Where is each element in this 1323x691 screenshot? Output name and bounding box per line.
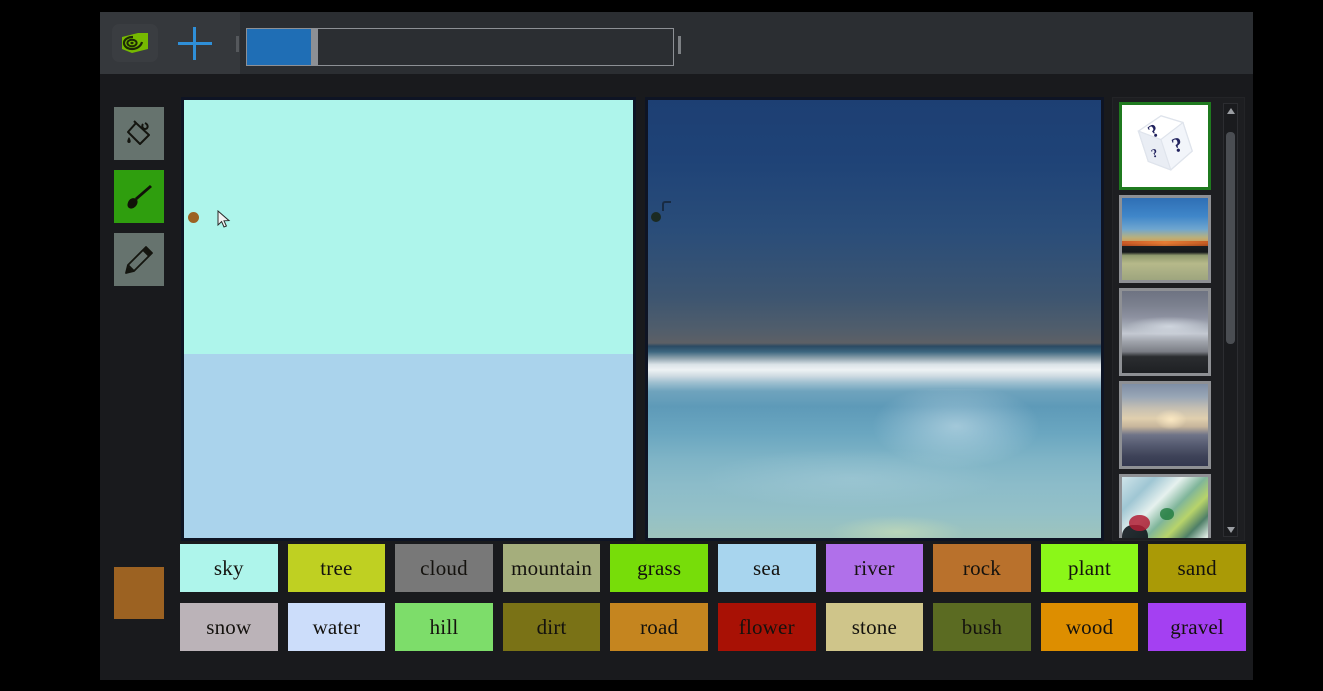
paint-blot-green	[1159, 508, 1174, 520]
thumbnail-scrollbar[interactable]	[1223, 103, 1238, 537]
label-chip-plant[interactable]: plant	[1040, 544, 1139, 592]
plus-icon-vertical	[193, 27, 196, 60]
tab-drag-handle[interactable]	[311, 29, 318, 65]
paint-blot-red	[1128, 514, 1150, 532]
app-root: ? ? ? sky tree cloud mountain grass sea …	[0, 0, 1323, 691]
scroll-up-arrow-icon[interactable]	[1224, 104, 1237, 117]
random-style-thumbnail[interactable]: ? ? ?	[1119, 102, 1211, 190]
label-chip-snow[interactable]: snow	[180, 603, 278, 651]
style-thumbnail-rail: ? ? ?	[1112, 97, 1245, 541]
application-window: ? ? ? sky tree cloud mountain grass sea …	[100, 12, 1253, 680]
label-palette-row-1: sky tree cloud mountain grass sea river rock pla…	[180, 544, 1246, 592]
scrollbar-thumb[interactable]	[1226, 132, 1235, 344]
sunset-streak	[1122, 240, 1208, 246]
tool-column	[100, 74, 174, 680]
label-chip-road[interactable]: road	[610, 603, 708, 651]
label-chip-dirt[interactable]: dirt	[502, 603, 601, 651]
label-chip-bush[interactable]: bush	[933, 603, 1031, 651]
label-chip-grass[interactable]: grass	[610, 544, 708, 592]
pencil-icon	[123, 244, 155, 276]
nvidia-eye-logo-icon[interactable]	[112, 24, 158, 62]
brush-tool[interactable]	[114, 170, 164, 223]
header-bar	[100, 12, 1253, 74]
style-thumbnail-abstract-paint[interactable]	[1119, 474, 1211, 538]
paintbrush-icon	[123, 181, 155, 213]
label-palette: sky tree cloud mountain grass sea river rock pla…	[174, 542, 1253, 664]
style-thumbnail-list: ? ? ?	[1119, 102, 1219, 538]
active-color-swatch[interactable]	[114, 567, 164, 619]
label-palette-row-2: snow water hill dirt road flower stone bush wood…	[180, 603, 1246, 651]
label-chip-gravel[interactable]: gravel	[1148, 603, 1246, 651]
style-thumbnail-hazy-valley[interactable]	[1119, 381, 1211, 469]
style-thumbnail-sunset-lake[interactable]	[1119, 195, 1211, 283]
header-divider	[236, 36, 239, 52]
segment-region-sky[interactable]	[184, 100, 633, 355]
label-chip-river[interactable]: river	[825, 544, 924, 592]
preview-brush-marker	[651, 212, 661, 222]
label-chip-rock[interactable]: rock	[933, 544, 1031, 592]
paint-bucket-icon	[123, 118, 155, 150]
label-chip-sea[interactable]: sea	[717, 544, 816, 592]
label-chip-hill[interactable]: hill	[395, 603, 493, 651]
segmentation-canvas[interactable]	[181, 97, 636, 541]
active-tab-indicator[interactable]	[247, 29, 311, 65]
arrow-cursor-icon	[217, 209, 231, 230]
question-dice-icon: ? ? ?	[1137, 115, 1193, 171]
brush-stroke-marker	[188, 212, 199, 223]
label-chip-water[interactable]: water	[287, 603, 386, 651]
label-chip-cloud[interactable]: cloud	[395, 544, 493, 592]
pencil-tool[interactable]	[114, 233, 164, 286]
sun-glow	[1154, 408, 1188, 430]
tab-strip-end-marker	[678, 36, 681, 54]
segment-region-sea[interactable]	[184, 354, 633, 538]
label-chip-mountain[interactable]: mountain	[502, 544, 601, 592]
preview-cursor-trace	[662, 201, 671, 211]
style-thumbnail-overcast-shore[interactable]	[1119, 288, 1211, 376]
label-chip-sky[interactable]: sky	[180, 544, 278, 592]
label-chip-wood[interactable]: wood	[1040, 603, 1139, 651]
new-tab-button[interactable]	[172, 24, 218, 62]
label-chip-sand[interactable]: sand	[1148, 544, 1246, 592]
generated-image-preview[interactable]	[645, 97, 1104, 541]
preview-water-highlights	[648, 389, 1101, 538]
scroll-down-arrow-icon[interactable]	[1224, 523, 1237, 536]
label-chip-tree[interactable]: tree	[287, 544, 386, 592]
tab-empty-area[interactable]	[318, 29, 673, 65]
label-chip-stone[interactable]: stone	[825, 603, 924, 651]
label-chip-flower[interactable]: flower	[717, 603, 816, 651]
cloud-band	[1122, 315, 1208, 337]
paint-bucket-tool[interactable]	[114, 107, 164, 160]
header-brand-block	[100, 12, 240, 74]
tab-strip[interactable]	[246, 28, 674, 66]
